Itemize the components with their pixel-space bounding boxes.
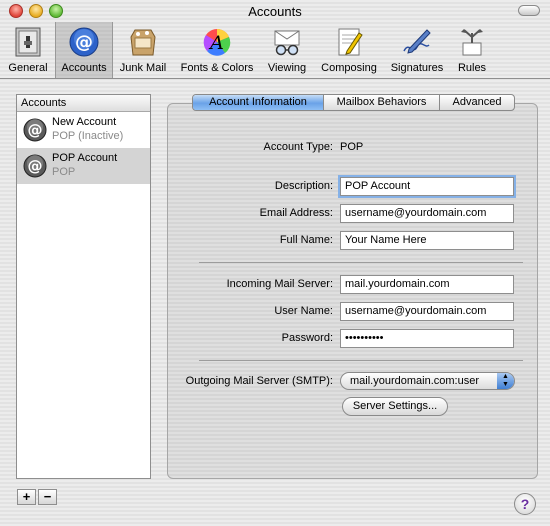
accounts-window: Accounts General @ Accounts Junk Mail A … [0, 0, 550, 526]
general-icon [15, 27, 41, 57]
composing-icon [338, 28, 363, 56]
toolbar-label: General [8, 62, 48, 74]
toolbar-junk-mail[interactable]: Junk Mail [115, 22, 171, 78]
account-row-new-account[interactable]: @ New Account POP (Inactive) [17, 112, 150, 148]
fonts-colors-icon: A [203, 29, 231, 56]
account-row-pop-account[interactable]: @ POP Account POP [17, 148, 150, 184]
toolbar-toggle-button[interactable] [518, 5, 540, 16]
tab-advanced[interactable]: Advanced [440, 95, 514, 110]
remove-account-button[interactable]: − [38, 489, 57, 505]
description-label: Description: [274, 180, 333, 192]
toolbar-fonts-colors[interactable]: A Fonts & Colors [174, 22, 260, 78]
smtp-server-label: Outgoing Mail Server (SMTP): [185, 375, 333, 387]
password-field[interactable]: •••••••••• [340, 329, 514, 348]
toolbar-label: Fonts & Colors [180, 62, 254, 74]
account-status: POP (Inactive) [52, 130, 124, 142]
toolbar-label: Signatures [390, 62, 444, 74]
toolbar-divider [0, 78, 550, 79]
account-status: POP [52, 166, 76, 178]
rules-icon [461, 29, 483, 56]
user-name-label: User Name: [274, 305, 333, 317]
viewing-icon [274, 30, 300, 56]
settings-tabs: Account Information Mailbox Behaviors Ad… [192, 94, 515, 111]
smtp-server-selected: mail.yourdomain.com:user [350, 375, 479, 387]
at-sign-icon: @ [23, 118, 47, 142]
email-address-label: Email Address: [259, 207, 333, 219]
toolbar-label: Composing [321, 62, 377, 74]
incoming-server-label: Incoming Mail Server: [226, 278, 333, 290]
accounts-list[interactable]: Accounts @ New Account POP (Inactive) @ … [16, 94, 151, 479]
svg-text:A: A [208, 32, 224, 54]
signatures-icon [403, 29, 431, 54]
popup-arrows-icon: ▲ ▼ [497, 373, 514, 389]
toolbar-accounts[interactable]: @ Accounts [55, 22, 113, 78]
accounts-list-header: Accounts [17, 95, 150, 112]
tab-account-information[interactable]: Account Information [193, 95, 324, 110]
account-type-label: Account Type: [263, 141, 333, 153]
incoming-server-field[interactable]: mail.yourdomain.com [340, 275, 514, 294]
toolbar-rules[interactable]: Rules [452, 22, 492, 78]
preferences-toolbar: General @ Accounts Junk Mail A Fonts & C… [0, 22, 550, 78]
junk-mail-icon [130, 29, 156, 56]
svg-text:@: @ [28, 121, 43, 139]
server-settings-button[interactable]: Server Settings... [342, 397, 448, 416]
accounts-icon: @ [69, 27, 99, 57]
form-divider [199, 262, 523, 263]
toolbar-label: Accounts [61, 62, 107, 74]
password-label: Password: [281, 332, 333, 344]
toolbar-signatures[interactable]: Signatures [386, 22, 448, 78]
full-name-label: Full Name: [279, 234, 333, 246]
svg-text:@: @ [28, 157, 43, 175]
at-sign-icon: @ [23, 154, 47, 178]
toolbar-label: Junk Mail [119, 62, 167, 74]
toolbar-label: Viewing [267, 62, 307, 74]
account-name: POP Account [52, 152, 118, 164]
toolbar-viewing[interactable]: Viewing [262, 22, 312, 78]
smtp-server-popup[interactable]: mail.yourdomain.com:user ▲ ▼ [340, 372, 515, 390]
tab-mailbox-behaviors[interactable]: Mailbox Behaviors [324, 95, 440, 110]
full-name-field[interactable]: Your Name Here [340, 231, 514, 250]
add-account-button[interactable]: + [17, 489, 36, 505]
form-divider [199, 360, 523, 361]
toolbar-composing[interactable]: Composing [316, 22, 382, 78]
email-address-field[interactable]: username@yourdomain.com [340, 204, 514, 223]
toolbar-label: Rules [457, 62, 487, 74]
account-type-value: POP [340, 141, 364, 153]
account-name: New Account [52, 116, 117, 128]
toolbar-general[interactable]: General [4, 22, 52, 78]
description-field[interactable]: POP Account [340, 177, 514, 196]
window-title: Accounts [248, 4, 302, 19]
user-name-field[interactable]: username@yourdomain.com [340, 302, 514, 321]
help-button[interactable]: ? [514, 493, 536, 515]
title-bar[interactable]: Accounts [0, 0, 550, 22]
svg-text:@: @ [75, 32, 93, 53]
